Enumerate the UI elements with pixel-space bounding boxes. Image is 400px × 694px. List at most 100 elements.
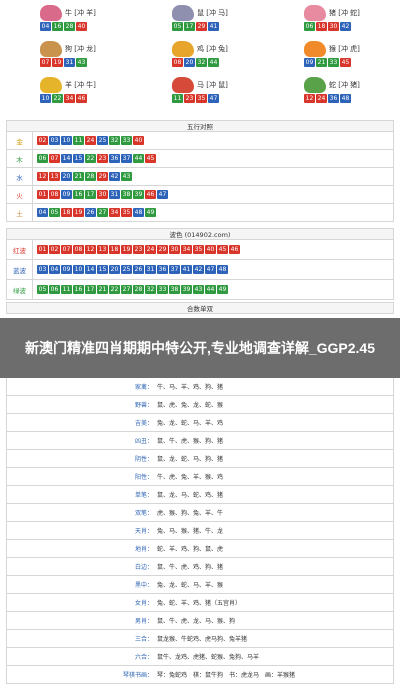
number-ball: 29 — [157, 245, 168, 254]
number-ball: 15 — [73, 154, 84, 163]
number-ball: 06 — [304, 22, 315, 31]
number-ball: 09 — [61, 265, 72, 274]
attribute-value: 鼠牛、龙鸡、虎猪、蛇猴、兔狗、马羊 — [157, 654, 260, 661]
number-ball: 05 — [172, 22, 183, 31]
zodiac-cell[interactable]: 鸡 [冲 兔] 08 20 32 44 — [172, 40, 292, 76]
attribute-value: 虎、猴、狗、兔、羊、牛 — [157, 510, 224, 517]
zodiac-cell[interactable]: 羊 [冲 牛] 10 22 34 46 — [40, 76, 160, 112]
number-ball: 40 — [76, 22, 87, 31]
zodiac-cell[interactable]: 蛇 [冲 猪] 12 24 36 48 — [304, 76, 400, 112]
bose-title: 波色 (014902.com) — [6, 228, 394, 240]
attribute-value: 兔、龙、蛇、马、羊、鸡 — [157, 420, 224, 427]
number-ball: 12 — [37, 172, 48, 181]
attribute-label: 琴棋书画： — [122, 672, 153, 679]
attribute-label: 野兽： — [134, 402, 153, 409]
number-ball: 47 — [208, 94, 219, 103]
attribute-label: 阳性： — [134, 474, 153, 481]
number-ball: 13 — [49, 172, 60, 181]
number-ball: 31 — [145, 265, 156, 274]
number-ball: 42 — [193, 265, 204, 274]
zodiac-name: 狗 [冲 龙] — [65, 45, 96, 53]
attribute-row: 三合： 鼠龙猴、牛蛇鸡、虎马狗、兔羊猪 — [6, 630, 394, 648]
bose-row: 蓝波 03 04 09 10 14 15 20 25 26 31 36 37 41 42 47 48 — [6, 260, 394, 280]
number-ball: 45 — [217, 245, 228, 254]
number-ball: 22 — [85, 154, 96, 163]
zodiac-cell[interactable]: 马 [冲 鼠] 11 23 35 47 — [172, 76, 292, 112]
number-ball: 08 — [73, 245, 84, 254]
zodiac-animal-icon — [172, 5, 194, 21]
number-ball: 36 — [328, 94, 339, 103]
number-ball: 15 — [97, 265, 108, 274]
number-ball: 33 — [157, 285, 168, 294]
zodiac-animal-icon — [40, 5, 62, 21]
attribute-value: 兔、马、猴、猪、牛、龙 — [157, 528, 224, 535]
number-ball: 44 — [205, 285, 216, 294]
number-ball: 32 — [196, 58, 207, 67]
number-ball: 23 — [184, 94, 195, 103]
number-ball: 25 — [121, 265, 132, 274]
zodiac-cell[interactable]: 狗 [冲 龙] 07 19 31 43 — [40, 40, 160, 76]
number-ball: 04 — [49, 265, 60, 274]
zodiac-name: 猴 [冲 虎] — [329, 45, 360, 53]
zodiac-cell[interactable]: 牛 [冲 羊] 04 16 28 40 — [40, 4, 160, 40]
number-ball: 06 — [49, 285, 60, 294]
zodiac-name: 马 [冲 鼠] — [197, 81, 228, 89]
number-ball: 19 — [73, 208, 84, 217]
number-ball: 03 — [49, 136, 60, 145]
number-ball: 02 — [37, 136, 48, 145]
number-ball: 10 — [61, 136, 72, 145]
number-ball: 14 — [85, 265, 96, 274]
row-label: 红波 — [7, 240, 33, 259]
number-ball: 05 — [37, 285, 48, 294]
zodiac-name: 蛇 [冲 猪] — [329, 81, 360, 89]
attribute-label: 六合： — [134, 654, 153, 661]
number-ball: 19 — [52, 58, 63, 67]
number-ball: 45 — [340, 58, 351, 67]
attribute-label: 双笔： — [134, 510, 153, 517]
number-ball: 40 — [205, 245, 216, 254]
number-ball: 26 — [85, 208, 96, 217]
number-ball: 41 — [208, 22, 219, 31]
attribute-value: 琴：兔蛇鸡 棋：鼠牛狗 书：虎龙马 画：羊猴猪 — [157, 672, 296, 679]
number-ball: 12 — [304, 94, 315, 103]
number-ball: 30 — [97, 190, 108, 199]
zodiac-animal-icon — [40, 77, 62, 93]
number-ball: 33 — [328, 58, 339, 67]
wuxing-row: 水 12 13 20 21 28 29 42 43 — [6, 168, 394, 186]
zodiac-cell[interactable]: 猪 [冲 蛇] 06 18 30 42 — [304, 4, 400, 40]
attribute-label: 天肖： — [134, 528, 153, 535]
headline-overlay[interactable]: 新澳门精准四肖期期中特公开,专业地调查详解_GGP2.45 — [0, 318, 400, 378]
attribute-row: 白边： 鼠、牛、虎、鸡、狗、猪 — [6, 558, 394, 576]
attribute-label: 黑中： — [134, 582, 153, 589]
attribute-label: 男肖： — [134, 618, 153, 625]
zodiac-name: 猪 [冲 蛇] — [329, 9, 360, 17]
zodiac-animal-icon — [304, 77, 326, 93]
row-label: 水 — [7, 168, 33, 185]
zodiac-name: 羊 [冲 牛] — [65, 81, 96, 89]
number-ball: 30 — [328, 22, 339, 31]
attribute-row: 野兽： 鼠、虎、兔、龙、蛇、猴 — [6, 396, 394, 414]
attribute-value: 鼠龙猴、牛蛇鸡、虎马狗、兔羊猪 — [157, 636, 248, 643]
number-ball: 20 — [61, 172, 72, 181]
number-ball: 35 — [121, 208, 132, 217]
zodiac-cell[interactable]: 鼠 [冲 马] 05 17 29 41 — [172, 4, 292, 40]
headline-text: 新澳门精准四肖期期中特公开,专业地调查详解_GGP2.45 — [24, 340, 376, 356]
zodiac-cell[interactable]: 猴 [冲 虎] 09 21 33 45 — [304, 40, 400, 76]
number-ball: 21 — [97, 285, 108, 294]
number-ball: 08 — [49, 190, 60, 199]
zodiac-animal-icon — [172, 41, 194, 57]
number-ball: 10 — [40, 94, 51, 103]
number-ball: 17 — [85, 190, 96, 199]
row-label: 土 — [7, 204, 33, 221]
number-ball: 46 — [229, 245, 240, 254]
row-label: 蓝波 — [7, 260, 33, 279]
attribute-row: 双笔： 虎、猴、狗、兔、羊、牛 — [6, 504, 394, 522]
number-ball: 17 — [85, 285, 96, 294]
heshu-title: 合数单双 — [6, 302, 394, 314]
number-ball: 48 — [133, 208, 144, 217]
number-ball: 49 — [145, 208, 156, 217]
number-ball: 32 — [109, 136, 120, 145]
row-label: 绿波 — [7, 280, 33, 299]
number-ball: 28 — [133, 285, 144, 294]
wuxing-row: 火 01 08 09 16 17 30 31 38 39 46 47 — [6, 186, 394, 204]
